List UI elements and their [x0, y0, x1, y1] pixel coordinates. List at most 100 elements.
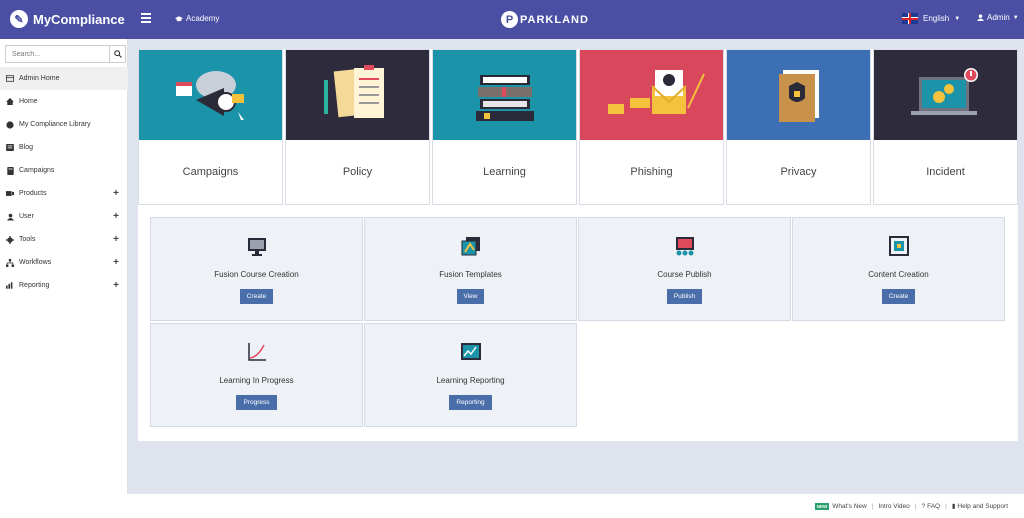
sidebar-nav: Admin Home Home My Compliance Library Bl… — [0, 67, 128, 297]
footer-links: NEW What's New | Intro Video | ? FAQ | ▮… — [814, 502, 1008, 510]
tile-fusion-course-creation: Fusion Course Creation Create — [150, 217, 363, 321]
sidebar-item-products[interactable]: Products + — [0, 182, 128, 205]
faq-link[interactable]: FAQ — [927, 503, 940, 510]
category-label: Privacy — [780, 166, 817, 178]
category-label: Phishing — [630, 166, 673, 178]
category-card-campaigns[interactable]: Campaigns — [138, 49, 283, 205]
laptop-gears-icon — [874, 50, 1017, 140]
sidebar-item-label: Products — [19, 190, 47, 197]
main-content: Campaigns Policy Learning Phishing Priva… — [128, 39, 1024, 494]
tile-title: Course Publish — [657, 270, 712, 279]
category-label: Campaigns — [182, 166, 239, 178]
campaign-icon — [6, 166, 14, 175]
dashboard-icon — [6, 75, 14, 83]
expand-plus-icon[interactable]: + — [113, 211, 119, 222]
sidebar-item-user[interactable]: User + — [0, 205, 128, 228]
tile-title: Fusion Templates — [439, 270, 502, 279]
expand-plus-icon[interactable]: + — [113, 188, 119, 199]
category-label: Incident — [926, 166, 965, 178]
brand-logo-icon: ✎ — [10, 10, 28, 28]
user-icon — [6, 213, 14, 221]
center-logo: P PARKLAND — [501, 11, 589, 28]
envelope-skull-icon — [580, 50, 723, 140]
intro-video-link[interactable]: Intro Video — [878, 503, 909, 510]
sidebar-item-label: My Compliance Library — [19, 121, 91, 128]
category-label: Learning — [483, 166, 526, 178]
expand-plus-icon[interactable]: + — [113, 280, 119, 291]
content-creation-icon — [888, 236, 909, 256]
publish-course-button[interactable]: Publish — [666, 289, 703, 304]
academy-label: Academy — [186, 14, 220, 23]
whats-new-link[interactable]: What's New — [832, 503, 866, 510]
category-card-incident[interactable]: Incident — [873, 49, 1018, 205]
tile-course-publish: Course Publish Publish — [578, 217, 791, 321]
user-icon — [977, 14, 984, 21]
tile-content-creation: Content Creation Create — [792, 217, 1005, 321]
tile-fusion-templates: Fusion Templates View — [364, 217, 577, 321]
academy-link[interactable]: Academy — [175, 14, 219, 23]
create-course-button[interactable]: Create — [239, 289, 274, 304]
brand-name: MyCompliance — [33, 11, 125, 27]
faq-icon: ? — [921, 502, 926, 510]
expand-plus-icon[interactable]: + — [113, 257, 119, 268]
chart-icon — [6, 282, 14, 290]
tile-learning-in-progress: Learning In Progress Progress — [150, 323, 363, 427]
top-bar: ✎ MyCompliance Academy P PARKLAND Englis… — [0, 0, 1024, 39]
help-support-link[interactable]: Help and Support — [957, 503, 1008, 510]
category-card-learning[interactable]: Learning — [432, 49, 577, 205]
sidebar-item-campaigns[interactable]: Campaigns — [0, 159, 128, 182]
tile-title: Learning In Progress — [219, 376, 294, 385]
footer: NEW What's New | Intro Video | ? FAQ | ▮… — [128, 494, 1024, 518]
sidebar-item-home[interactable]: Home — [0, 90, 128, 113]
brand[interactable]: ✎ MyCompliance — [10, 10, 125, 28]
course-creation-icon — [247, 238, 266, 256]
language-selector[interactable]: English ▼ — [902, 13, 960, 24]
sidebar-item-label: User — [19, 213, 34, 220]
reporting-button[interactable]: Reporting — [449, 395, 492, 410]
category-card-phishing[interactable]: Phishing — [579, 49, 724, 205]
progress-button[interactable]: Progress — [236, 395, 277, 410]
search-button[interactable] — [109, 46, 125, 62]
sidebar-item-my-compliance-library[interactable]: My Compliance Library — [0, 113, 128, 136]
language-label: English — [923, 14, 950, 23]
dashboard-panel: Campaigns Policy Learning Phishing Priva… — [138, 49, 1018, 441]
category-card-privacy[interactable]: Privacy — [726, 49, 871, 205]
tile-learning-reporting: Learning Reporting Reporting — [364, 323, 577, 427]
center-logo-text: PARKLAND — [520, 13, 589, 26]
clipboard-icon — [286, 50, 429, 140]
book-icon: ▮ — [951, 503, 956, 510]
sidebar-item-tools[interactable]: Tools + — [0, 228, 128, 251]
new-badge: NEW — [814, 502, 830, 510]
search-icon — [113, 50, 122, 58]
reporting-icon — [460, 343, 481, 360]
blog-icon — [6, 144, 14, 152]
search-input[interactable] — [6, 46, 109, 62]
category-card-policy[interactable]: Policy — [285, 49, 430, 205]
create-content-button[interactable]: Create — [881, 289, 916, 304]
separator: | — [914, 502, 917, 510]
expand-plus-icon[interactable]: + — [113, 234, 119, 245]
tile-title: Fusion Course Creation — [214, 270, 299, 279]
home-icon — [6, 98, 14, 106]
globe-icon — [6, 120, 14, 129]
sidebar-item-reporting[interactable]: Reporting + — [0, 274, 128, 297]
menu-toggle-icon[interactable] — [141, 13, 151, 23]
sidebar-item-blog[interactable]: Blog — [0, 136, 128, 159]
progress-chart-icon — [247, 343, 266, 361]
view-templates-button[interactable]: View — [456, 289, 485, 304]
sidebar-item-workflows[interactable]: Workflows + — [0, 251, 128, 274]
uk-flag-icon — [902, 13, 918, 24]
megaphone-icon — [139, 50, 282, 140]
sidebar-item-label: Tools — [19, 236, 36, 243]
separator: | — [871, 502, 874, 510]
user-menu[interactable]: Admin ▼ — [977, 13, 1019, 22]
sidebar: Admin Home Home My Compliance Library Bl… — [0, 39, 128, 494]
sidebar-item-label: Blog — [19, 144, 34, 151]
chevron-down-icon: ▼ — [1012, 14, 1019, 21]
sidebar-item-admin-home[interactable]: Admin Home — [0, 67, 128, 90]
workflow-icon — [6, 258, 14, 267]
sidebar-item-label: Admin Home — [19, 75, 60, 82]
tile-title: Content Creation — [868, 270, 929, 279]
folder-lock-icon — [727, 50, 870, 140]
products-icon — [6, 190, 14, 198]
